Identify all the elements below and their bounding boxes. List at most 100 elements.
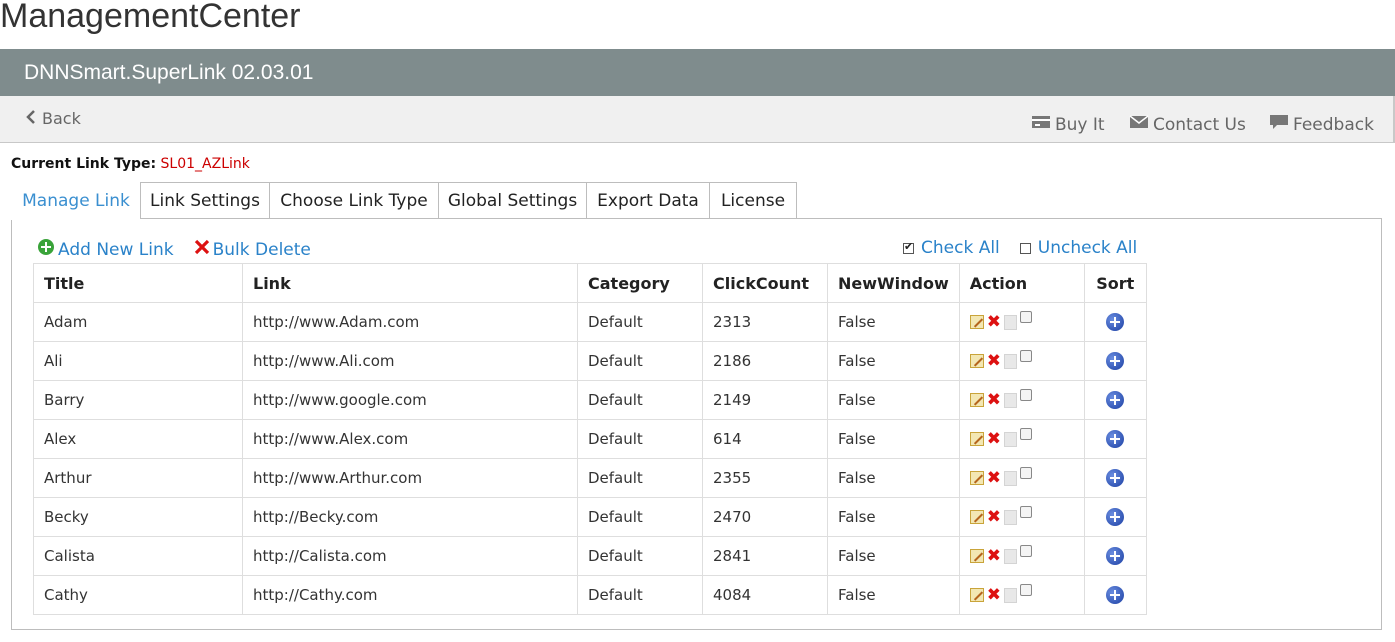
back-button[interactable]: Back <box>26 109 81 128</box>
buy-it-button[interactable]: Buy It <box>1031 114 1105 135</box>
row-checkbox[interactable] <box>1020 584 1033 596</box>
cell-action: ✖ <box>958 575 1085 615</box>
feedback-label: Feedback <box>1293 114 1374 135</box>
column-header-clickcount[interactable]: ClickCount <box>702 263 828 303</box>
column-header-newwindow[interactable]: NewWindow <box>827 263 960 303</box>
blank-icon <box>1004 392 1018 408</box>
cell-category: Default <box>577 341 703 381</box>
row-checkbox[interactable] <box>1020 545 1033 557</box>
envelope-icon <box>1129 114 1149 135</box>
contact-us-label: Contact Us <box>1153 114 1246 135</box>
current-link-type: Current Link Type: SL01_AZLink <box>11 156 250 172</box>
cell-clickcount: 2149 <box>702 380 828 420</box>
table-row: Ali http://www.Ali.com Default 2186 Fals… <box>33 341 1147 381</box>
tab-global-settings[interactable]: Global Settings <box>438 182 587 219</box>
blank-icon <box>1004 431 1018 447</box>
move-icon[interactable] <box>1106 547 1125 566</box>
delete-icon[interactable]: ✖ <box>987 470 1001 487</box>
toolbar: Back Buy It Contact Us Feedback <box>0 96 1395 143</box>
delete-icon[interactable]: ✖ <box>987 587 1001 604</box>
move-icon[interactable] <box>1106 430 1125 449</box>
cell-sort <box>1083 302 1147 342</box>
delete-icon[interactable]: ✖ <box>987 392 1001 409</box>
uncheck-all-label: Uncheck All <box>1037 238 1138 258</box>
table-row: Barry http://www.google.com Default 2149… <box>33 380 1147 420</box>
cell-title: Calista <box>33 536 243 576</box>
column-header-action: Action <box>958 263 1085 303</box>
cell-link: http://Becky.com <box>242 497 578 537</box>
blank-icon <box>1004 353 1018 369</box>
add-circle-icon <box>37 238 55 261</box>
cell-action: ✖ <box>958 497 1085 537</box>
cell-link: http://www.Adam.com <box>242 302 578 342</box>
table-row: Cathy http://Cathy.com Default 4084 Fals… <box>33 575 1147 615</box>
blank-icon <box>1004 470 1018 486</box>
cell-action: ✖ <box>958 419 1085 459</box>
row-checkbox[interactable] <box>1020 350 1033 362</box>
check-all-button[interactable]: Check All <box>903 238 1000 258</box>
delete-icon[interactable]: ✖ <box>987 548 1001 565</box>
row-checkbox[interactable] <box>1020 311 1033 323</box>
tab-export-data[interactable]: Export Data <box>586 182 710 219</box>
edit-icon[interactable] <box>969 393 984 407</box>
move-icon[interactable] <box>1106 391 1125 410</box>
table-row: Arthur http://www.Arthur.com Default 235… <box>33 458 1147 498</box>
column-header-link[interactable]: Link <box>242 263 578 303</box>
edit-icon[interactable] <box>969 588 984 602</box>
contact-us-button[interactable]: Contact Us <box>1129 114 1246 135</box>
move-icon[interactable] <box>1106 586 1125 605</box>
cell-newwindow: False <box>827 380 960 420</box>
row-checkbox[interactable] <box>1020 506 1033 518</box>
edit-icon[interactable] <box>969 510 984 524</box>
move-icon[interactable] <box>1106 352 1125 371</box>
delete-icon[interactable]: ✖ <box>987 431 1001 448</box>
edit-icon[interactable] <box>969 354 984 368</box>
table-row: Adam http://www.Adam.com Default 2313 Fa… <box>33 302 1147 342</box>
credit-card-icon <box>1031 114 1051 135</box>
cell-sort <box>1083 497 1147 537</box>
delete-icon[interactable]: ✖ <box>987 314 1001 331</box>
uncheck-all-button[interactable]: Uncheck All <box>1019 238 1138 258</box>
row-checkbox[interactable] <box>1020 428 1033 440</box>
edit-icon[interactable] <box>969 549 984 563</box>
edit-icon[interactable] <box>969 315 984 329</box>
edit-icon[interactable] <box>969 471 984 485</box>
row-checkbox[interactable] <box>1020 467 1033 479</box>
blank-icon <box>1004 314 1018 330</box>
delete-icon <box>194 239 210 260</box>
delete-icon[interactable]: ✖ <box>987 353 1001 370</box>
cell-clickcount: 614 <box>702 419 828 459</box>
column-header-category[interactable]: Category <box>577 263 703 303</box>
add-new-link-label: Add New Link <box>58 239 174 260</box>
cell-title: Alex <box>33 419 243 459</box>
chevron-left-icon <box>26 109 36 128</box>
tab-link-settings[interactable]: Link Settings <box>140 182 270 219</box>
cell-title: Barry <box>33 380 243 420</box>
move-icon[interactable] <box>1106 508 1125 527</box>
edit-icon[interactable] <box>969 432 984 446</box>
add-new-link-button[interactable]: Add New Link <box>37 238 174 261</box>
feedback-button[interactable]: Feedback <box>1269 114 1374 135</box>
delete-icon[interactable]: ✖ <box>987 509 1001 526</box>
move-icon[interactable] <box>1106 313 1125 332</box>
cell-newwindow: False <box>827 302 960 342</box>
link-type-label: Current Link Type: <box>11 156 157 172</box>
cell-category: Default <box>577 302 703 342</box>
row-checkbox[interactable] <box>1020 389 1033 401</box>
bulk-delete-label: Bulk Delete <box>212 239 311 260</box>
column-header-title[interactable]: Title <box>33 263 243 303</box>
cell-newwindow: False <box>827 419 960 459</box>
cell-title: Adam <box>33 302 243 342</box>
cell-clickcount: 2470 <box>702 497 828 537</box>
cell-category: Default <box>577 536 703 576</box>
blank-icon <box>1004 548 1018 564</box>
tab-license[interactable]: License <box>709 182 797 219</box>
check-actions: Check All Uncheck All <box>903 238 1137 258</box>
tab-manage-link[interactable]: Manage Link <box>11 182 141 220</box>
cell-link: http://www.Alex.com <box>242 419 578 459</box>
tab-choose-link-type[interactable]: Choose Link Type <box>269 182 439 219</box>
move-icon[interactable] <box>1106 469 1125 488</box>
link-actions: Add New Link Bulk Delete <box>37 238 311 261</box>
cell-action: ✖ <box>958 341 1085 381</box>
bulk-delete-button[interactable]: Bulk Delete <box>194 238 311 261</box>
